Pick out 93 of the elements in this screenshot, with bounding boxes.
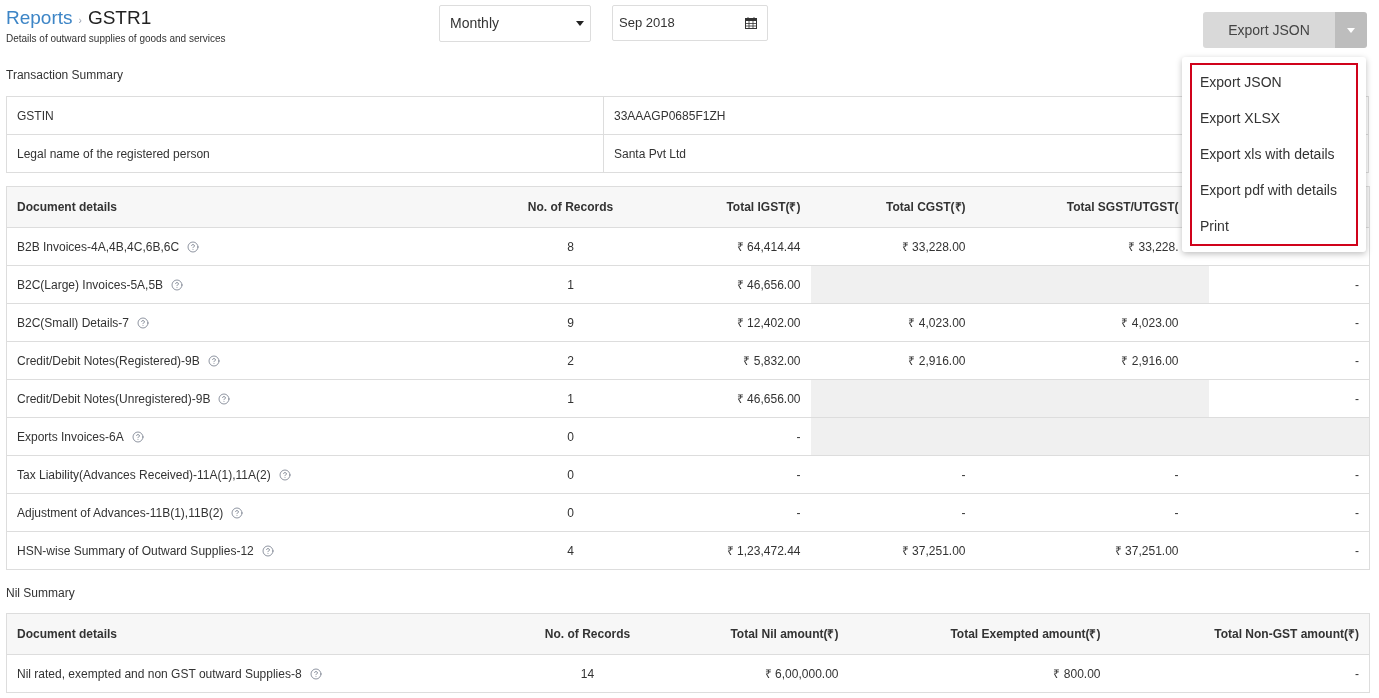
table-cell-text: B2C(Small) Details-7 xyxy=(17,314,130,332)
menu-item[interactable]: Export XLSX xyxy=(1192,108,1356,130)
table-cell: ₹ 37,251.00 xyxy=(901,543,966,558)
table-cell-text: Tax Liability(Advances Received)-11A(1),11A(2) xyxy=(17,466,271,484)
table-cell: 1 xyxy=(567,277,574,292)
table-cell: ₹ 33,228.00 xyxy=(901,239,966,254)
column-header: Total Non-GST amount(₹) xyxy=(1214,627,1359,641)
table-cell-text: ₹ 800.00 xyxy=(1053,665,1101,683)
table-cell-text: B2C(Large) Invoices-5A,5B xyxy=(17,276,164,294)
table-cell: Santa Pvt Ltd xyxy=(614,146,687,161)
table-cell-text: Nil rated, exempted and non GST outward Supplies-8 xyxy=(17,665,302,683)
table-cell: 33AAAGP0685F1ZH xyxy=(614,108,726,123)
table-cell: ₹ 46,656.00 xyxy=(736,391,801,406)
table-cell: - xyxy=(1174,505,1179,520)
help-icon[interactable] xyxy=(309,667,322,680)
period-select[interactable]: Monthly xyxy=(439,5,591,42)
table-cell: 0 xyxy=(567,467,574,482)
column-header: Total SGST/UTGST( xyxy=(1066,200,1179,214)
breadcrumb-separator: › xyxy=(78,14,82,28)
column-header: Total IGST(₹) xyxy=(726,200,801,214)
table-cell: 8 xyxy=(567,239,574,254)
table-cell-text: - xyxy=(1355,665,1359,683)
table-cell: 1 xyxy=(567,391,574,406)
table-cell: ₹ 33,228. xyxy=(1128,239,1179,254)
help-icon[interactable] xyxy=(187,240,200,253)
table-cell-text: Credit/Debit Notes(Unregistered)-9B xyxy=(17,390,211,408)
table-cell: - xyxy=(796,505,801,520)
breadcrumb-link[interactable]: Reports xyxy=(6,4,73,33)
table-cell-text: 14 xyxy=(580,665,595,683)
table-cell: 4 xyxy=(567,543,574,558)
table-cell: ₹ 4,023.00 xyxy=(1121,315,1179,330)
table-cell: ₹ 2,916.00 xyxy=(908,353,966,368)
table-cell: - xyxy=(1174,467,1179,482)
table-cell: - xyxy=(796,467,801,482)
table-cell: ₹ 5,832.00 xyxy=(743,353,801,368)
section-title: Transaction Summary xyxy=(6,68,123,82)
table-cell: ₹ 46,656.00 xyxy=(736,277,801,292)
table-cell-text: HSN-wise Summary of Outward Supplies-12 xyxy=(17,542,254,560)
caret-icon xyxy=(1347,27,1355,33)
table-cell: - xyxy=(1355,505,1359,520)
table-cell: - xyxy=(796,429,801,444)
dropdown-toggle[interactable] xyxy=(1335,12,1367,48)
table-cell: 0 xyxy=(567,429,574,444)
help-icon[interactable] xyxy=(171,278,184,291)
table-cell: - xyxy=(1355,277,1359,292)
table-cell: ₹ 4,023.00 xyxy=(908,315,966,330)
help-icon[interactable] xyxy=(131,430,144,443)
column-header: Total CGST(₹) xyxy=(886,200,966,214)
table-cell: - xyxy=(961,467,966,482)
table-cell: 0 xyxy=(567,505,574,520)
table-cell: 2 xyxy=(567,353,574,368)
table-cell: - xyxy=(1355,391,1359,406)
help-icon[interactable] xyxy=(218,392,231,405)
table-cell: ₹ 1,23,472.44 xyxy=(726,543,801,558)
column-header: Document details xyxy=(17,200,118,214)
table-cell-text: Adjustment of Advances-11B(1),11B(2) xyxy=(17,504,224,522)
menu-item[interactable]: Export xls with details xyxy=(1192,144,1356,165)
table-cell: - xyxy=(1355,315,1359,330)
help-icon[interactable] xyxy=(137,316,150,329)
export-json-button[interactable]: Export JSON xyxy=(1203,12,1335,48)
page-subtitle: Details of outward supplies of goods and services xyxy=(6,32,227,45)
table-cell: ₹ 37,251.00 xyxy=(1114,543,1179,558)
table-cell: - xyxy=(961,505,966,520)
help-icon[interactable] xyxy=(207,354,220,367)
help-icon[interactable] xyxy=(278,468,291,481)
table-cell: - xyxy=(1355,543,1359,558)
table-cell-text: Credit/Debit Notes(Registered)-9B xyxy=(17,352,200,370)
table-cell: - xyxy=(1355,467,1359,482)
table-cell: Legal name of the registered person xyxy=(17,146,210,161)
page-title: GSTR1 xyxy=(87,6,152,30)
menu-item[interactable]: Export JSON xyxy=(1192,72,1356,94)
table-cell: - xyxy=(1355,353,1359,368)
column-header: No. of Records xyxy=(544,627,631,641)
caret-icon xyxy=(576,21,584,26)
menu-item[interactable]: Export pdf with details xyxy=(1192,179,1356,201)
column-header: Document details xyxy=(17,627,118,641)
column-header: Total Nil amount(₹) xyxy=(730,627,839,641)
section-title: Nil Summary xyxy=(6,586,75,600)
help-icon[interactable] xyxy=(231,506,244,519)
table-cell: 9 xyxy=(567,315,574,330)
table-cell-text: B2B Invoices-4A,4B,4C,6B,6C xyxy=(17,238,180,256)
table-cell: ₹ 12,402.00 xyxy=(736,315,801,330)
table-cell: GSTIN xyxy=(17,108,54,123)
table-cell-text: Exports Invoices-6A xyxy=(17,428,124,446)
help-icon[interactable] xyxy=(261,544,274,557)
column-header: Total Exempted amount(₹) xyxy=(950,627,1101,641)
table-cell-text: ₹ 6,00,000.00 xyxy=(764,665,839,683)
table-cell: ₹ 64,414.44 xyxy=(736,239,801,254)
menu-item[interactable]: Print xyxy=(1192,215,1356,237)
date-field[interactable]: Sep 2018 xyxy=(612,5,768,41)
calendar-icon xyxy=(745,17,757,29)
column-header: No. of Records xyxy=(527,200,614,214)
table-cell: ₹ 2,916.00 xyxy=(1121,353,1179,368)
